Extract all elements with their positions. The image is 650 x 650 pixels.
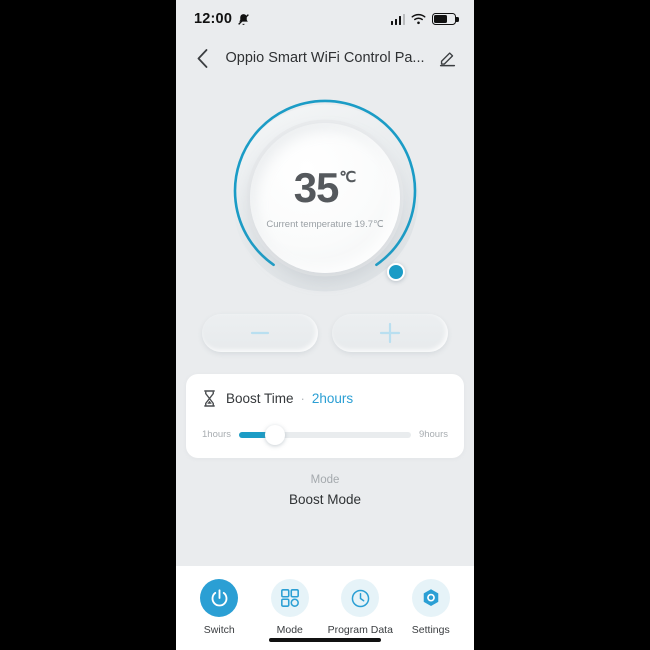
nav-icon-bg-switch — [200, 579, 239, 617]
target-temperature-value: 35 — [293, 163, 340, 211]
boost-slider-max-label: 9hours — [418, 429, 448, 440]
back-button[interactable] — [190, 43, 214, 73]
target-temperature-unit: ℃ — [339, 168, 357, 186]
temperature-adjust-row — [176, 314, 474, 352]
edit-pencil-icon — [439, 51, 455, 66]
nav-item-settings[interactable]: Settings — [397, 579, 465, 636]
app-header: Oppio Smart WiFi Control Pa... — [176, 38, 474, 78]
clock-icon — [351, 589, 370, 607]
page-title: Oppio Smart WiFi Control Pa... — [225, 50, 425, 66]
temperature-dial-area: 35 ℃ Current temperature 19.7℃ — [176, 78, 474, 318]
boost-slider-min-label: 1hours — [202, 429, 232, 440]
dial-knob[interactable] — [387, 263, 405, 281]
boost-time-card: Boost Time · 2hours 1hours 9hours — [186, 374, 464, 458]
temperature-dial[interactable]: 35 ℃ Current temperature 19.7℃ — [226, 99, 424, 297]
dial-face: 35 ℃ Current temperature 19.7℃ — [250, 123, 400, 273]
bell-muted-icon — [237, 13, 250, 26]
cellular-signal-icon — [390, 13, 405, 25]
nav-item-mode[interactable]: Mode — [256, 579, 324, 636]
chevron-left-icon — [197, 48, 207, 68]
increase-temperature-button[interactable] — [332, 314, 448, 352]
plus-icon — [379, 322, 401, 344]
boost-slider-row: 1hours 9hours — [202, 424, 448, 445]
target-temperature: 35 ℃ — [293, 163, 357, 211]
mode-caption: Mode — [310, 474, 340, 486]
hourglass-icon — [204, 390, 215, 407]
status-bar: 12:00 — [176, 0, 474, 38]
nav-label-settings: Settings — [411, 624, 450, 636]
status-time: 12:00 — [194, 11, 233, 27]
power-icon — [211, 588, 228, 606]
battery-icon — [432, 13, 459, 25]
nav-label-program-data: Program Data — [327, 624, 393, 636]
mode-name[interactable]: Boost Mode — [176, 492, 474, 507]
nav-item-program-data[interactable]: Program Data — [326, 579, 394, 636]
boost-separator: · — [300, 391, 305, 406]
nav-label-switch: Switch — [203, 624, 235, 636]
current-temperature-text: Current temperature 19.7℃ — [266, 218, 384, 230]
wifi-icon — [411, 13, 426, 25]
nav-icon-bg-mode — [270, 579, 309, 617]
boost-time-value[interactable]: 2hours — [312, 391, 353, 406]
bottom-navigation: Switch Mode Program Data Settings — [176, 566, 474, 650]
nav-icon-bg-settings — [411, 579, 450, 617]
boost-time-header: Boost Time · 2hours — [202, 390, 448, 407]
phone-screen: 12:00 Oppio Smart WiFi Control Pa... 35 … — [176, 0, 474, 650]
boost-time-slider[interactable] — [239, 424, 411, 445]
minus-icon — [250, 331, 270, 335]
home-indicator — [269, 637, 381, 642]
nav-label-mode: Mode — [276, 624, 303, 636]
hexagon-gear-icon — [423, 588, 439, 606]
boost-slider-thumb[interactable] — [265, 424, 286, 445]
decrease-temperature-button[interactable] — [202, 314, 318, 352]
nav-icon-bg-program-data — [341, 579, 380, 617]
edit-button[interactable] — [434, 45, 460, 71]
status-icons — [390, 13, 459, 25]
mode-block: Mode Boost Mode — [176, 474, 474, 507]
grid-squares-icon — [280, 589, 299, 607]
nav-item-switch[interactable]: Switch — [185, 579, 253, 636]
boost-time-label: Boost Time — [226, 391, 294, 406]
